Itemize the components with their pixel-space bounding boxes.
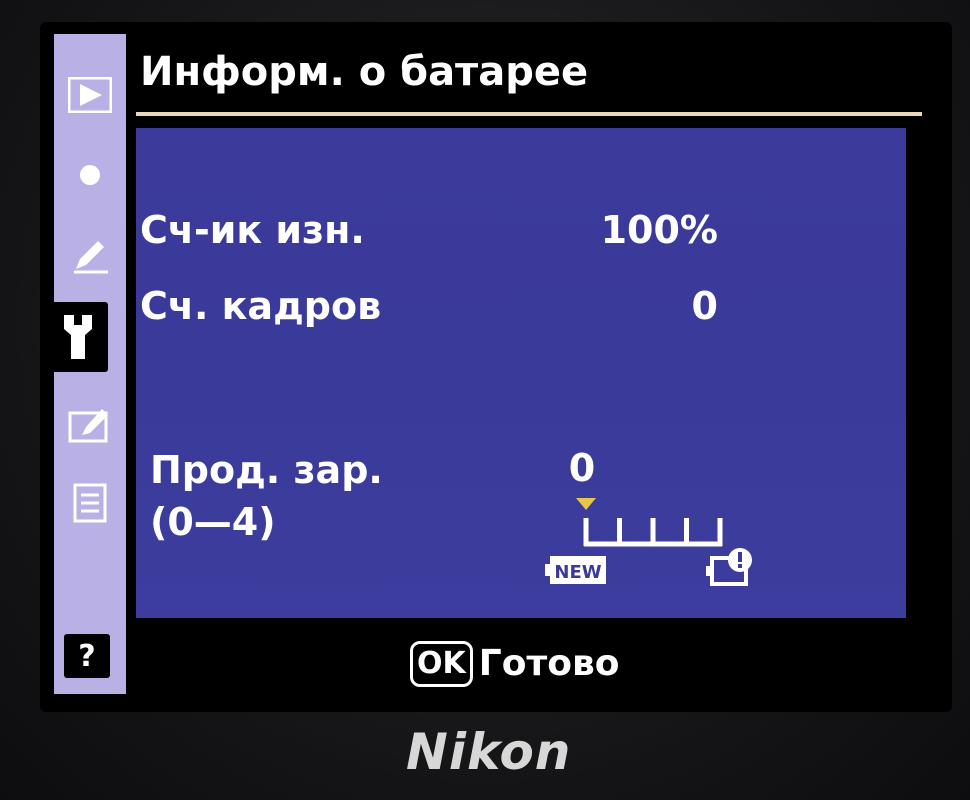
- play-icon: [68, 77, 112, 113]
- wear-counter-value: 100%: [600, 208, 718, 252]
- wear-counter-label: Сч-ик изн.: [140, 208, 365, 252]
- tab-custom-settings[interactable]: [54, 220, 126, 290]
- tab-playback[interactable]: [54, 60, 126, 130]
- wrench-icon: [64, 315, 92, 359]
- title-divider: [136, 112, 922, 116]
- help-button[interactable]: ?: [64, 634, 110, 678]
- pencil-icon: [74, 241, 108, 274]
- tab-setup[interactable]: [48, 302, 108, 372]
- page-title: Информ. о батарее: [140, 49, 589, 95]
- menu-tab-strip: ?: [48, 34, 126, 694]
- shot-counter-label: Сч. кадров: [140, 284, 382, 328]
- brand-logo: Nikon: [406, 723, 572, 781]
- tab-retouch[interactable]: [54, 390, 126, 460]
- done-label: Готово: [478, 643, 620, 684]
- charge-life-label: Прод. зар.: [150, 448, 383, 492]
- charge-life-range: (0—4): [150, 500, 276, 544]
- help-icon: ?: [78, 638, 96, 674]
- gauge-marker: [576, 498, 596, 510]
- ok-button-icon[interactable]: OK: [410, 641, 473, 687]
- tab-shooting[interactable]: [54, 140, 126, 210]
- list-icon: [73, 483, 107, 523]
- battery-warning-icon: [706, 548, 752, 586]
- camera-dot-icon: [80, 165, 100, 185]
- charge-life-gauge: NEW: [545, 498, 752, 586]
- shot-counter-value: 0: [691, 284, 718, 328]
- retouch-icon: [68, 409, 108, 443]
- footer-hint: OK Готово: [410, 638, 620, 690]
- tab-my-menu[interactable]: [54, 468, 126, 538]
- battery-info-panel: [136, 128, 906, 618]
- new-battery-icon: NEW: [545, 556, 606, 584]
- new-label: NEW: [554, 562, 601, 583]
